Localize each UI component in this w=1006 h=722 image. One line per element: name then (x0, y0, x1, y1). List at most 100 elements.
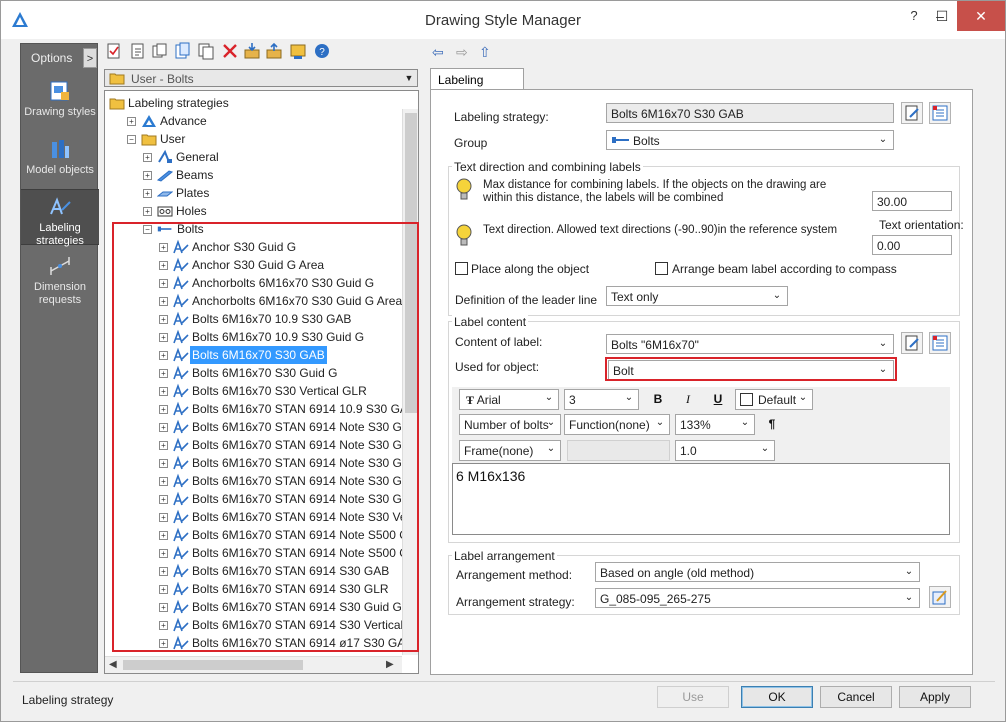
orientation-input[interactable]: 0.00 (872, 235, 952, 255)
expand-toggle-icon[interactable]: + (159, 387, 168, 396)
new-icon[interactable] (105, 42, 123, 60)
forward-arrow-icon[interactable]: ⇨ (456, 44, 468, 61)
expand-toggle-icon[interactable]: + (159, 513, 168, 522)
option-model-objects[interactable]: Model objects (21, 132, 99, 184)
content-properties-button[interactable] (929, 332, 951, 354)
collapse-toggle-icon[interactable]: − (127, 135, 136, 144)
group-select[interactable]: Bolts ⌄ (606, 130, 894, 150)
pane-splitter[interactable] (421, 41, 427, 681)
tree-item[interactable]: + Beams (105, 166, 405, 184)
use-button[interactable]: Use (657, 686, 729, 708)
expand-toggle-icon[interactable]: + (159, 639, 168, 648)
method-select[interactable]: Based on angle (old method) ⌄ (595, 562, 920, 582)
import-icon[interactable] (243, 42, 261, 60)
combine-distance-input[interactable]: 30.00 (872, 191, 952, 211)
tree-vertical-scrollbar[interactable] (402, 109, 418, 655)
tree-item[interactable]: + Anchor S30 Guid G (105, 238, 405, 256)
line-width-select[interactable]: 1.0 ⌄ (675, 440, 775, 461)
tree-filter-combo[interactable]: User - Bolts ▼ (104, 69, 418, 87)
expand-toggle-icon[interactable]: + (143, 207, 152, 216)
expand-toggle-icon[interactable]: + (159, 531, 168, 540)
expand-toggle-icon[interactable]: + (159, 261, 168, 270)
expand-toggle-icon[interactable]: + (159, 567, 168, 576)
leader-select[interactable]: Text only ⌄ (606, 286, 788, 306)
property-select[interactable]: Number of bolts ⌄ (459, 414, 561, 435)
delete-icon[interactable] (221, 42, 239, 60)
tree-item[interactable]: − Bolts (105, 220, 405, 238)
font-select[interactable]: Ŧ Arial ⌄ (459, 389, 559, 410)
tab-labeling-strategy[interactable]: Labeling strategy (430, 68, 524, 101)
expand-toggle-icon[interactable]: + (159, 333, 168, 342)
arr-strategy-edit-button[interactable] (929, 586, 951, 608)
expand-toggle-icon[interactable]: + (159, 459, 168, 468)
save-icon[interactable] (289, 42, 307, 60)
tree-item[interactable]: − User (105, 130, 405, 148)
tree-item[interactable]: + Holes (105, 202, 405, 220)
expand-toggle-icon[interactable]: + (159, 621, 168, 630)
tree-item[interactable]: + Bolts 6M16x70 STAN 6914 S30 Guid G (105, 598, 405, 616)
arrange-compass-checkbox[interactable] (655, 262, 668, 275)
tree-item[interactable]: + Anchorbolts 6M16x70 S30 Guid G (105, 274, 405, 292)
expand-toggle-icon[interactable]: + (127, 117, 136, 126)
arr-strategy-select[interactable]: G_085-095_265-275 ⌄ (595, 588, 920, 608)
scroll-thumb[interactable] (405, 113, 417, 413)
apply-button[interactable]: Apply (899, 686, 971, 708)
color-select[interactable]: Default ⌄ (735, 389, 813, 410)
rename-button[interactable] (901, 102, 923, 124)
duplicate-icon[interactable] (197, 42, 215, 60)
option-drawing-styles[interactable]: Drawing styles (21, 74, 99, 134)
expand-toggle-icon[interactable]: + (159, 441, 168, 450)
close-button[interactable]: ✕ (957, 1, 1005, 31)
expand-toggle-icon[interactable]: + (159, 423, 168, 432)
up-arrow-icon[interactable]: ⇧ (479, 44, 491, 61)
tree-item[interactable]: + Anchor S30 Guid G Area (105, 256, 405, 274)
properties-button[interactable] (929, 102, 951, 124)
expand-toggle-icon[interactable]: + (159, 495, 168, 504)
expand-toggle-icon[interactable]: + (159, 549, 168, 558)
underline-button[interactable]: U (707, 389, 729, 410)
tree-item[interactable]: + Bolts 6M16x70 STAN 6914 S30 Vertical GL (105, 616, 418, 634)
collapse-button[interactable]: > (83, 48, 97, 68)
bold-button[interactable]: B (647, 389, 669, 410)
expand-toggle-icon[interactable]: + (159, 315, 168, 324)
label-text-editor[interactable]: 6 M16x136 (452, 463, 950, 535)
font-size-select[interactable]: 3 ⌄ (564, 389, 639, 410)
expand-toggle-icon[interactable]: + (143, 171, 152, 180)
option-labeling-strategies[interactable]: Labeling strategies (21, 189, 99, 247)
tree-item[interactable]: + Bolts 6M16x70 STAN 6914 Note S30 Guid (105, 490, 418, 508)
scroll-thumb[interactable] (123, 660, 303, 670)
tree-item[interactable]: + Bolts 6M16x70 STAN 6914 Note S30 Vertic (105, 508, 418, 526)
export-icon[interactable] (265, 42, 283, 60)
tree-item[interactable]: + Bolts 6M16x70 STAN 6914 Note S30 Guid (105, 472, 418, 490)
cancel-button[interactable]: Cancel (820, 686, 892, 708)
content-edit-button[interactable] (901, 332, 923, 354)
expand-toggle-icon[interactable]: + (143, 189, 152, 198)
expand-toggle-icon[interactable]: + (159, 477, 168, 486)
tree-item[interactable]: + Bolts 6M16x70 S30 Guid G (105, 364, 405, 382)
tree-horizontal-scrollbar[interactable]: ◀ ▶ (105, 656, 402, 673)
expand-toggle-icon[interactable]: + (159, 297, 168, 306)
tree-item[interactable]: + Advance (105, 112, 405, 130)
tree-item[interactable]: + Bolts 6M16x70 STAN 6914 ø17 S30 GAB (105, 634, 413, 652)
scale-select[interactable]: 133% ⌄ (675, 414, 755, 435)
expand-toggle-icon[interactable]: + (159, 405, 168, 414)
paragraph-button[interactable]: ¶ (761, 414, 783, 435)
function-select[interactable]: Function(none) ⌄ (564, 414, 670, 435)
tree-item[interactable]: + Anchorbolts 6M16x70 S30 Guid G Area (105, 292, 405, 310)
tree-item[interactable]: + Bolts 6M16x70 STAN 6914 Note S30 Guid (105, 454, 418, 472)
tree-item[interactable]: + Bolts 6M16x70 S30 Vertical GLR (105, 382, 405, 400)
expand-toggle-icon[interactable]: + (159, 243, 168, 252)
expand-toggle-icon[interactable]: + (159, 279, 168, 288)
scroll-right-icon[interactable]: ▶ (386, 657, 394, 673)
expand-toggle-icon[interactable]: + (159, 603, 168, 612)
content-select[interactable]: Bolts "6M16x70" ⌄ (606, 334, 894, 354)
scroll-left-icon[interactable]: ◀ (109, 657, 117, 673)
used-for-select[interactable]: Bolt ⌄ (608, 360, 894, 380)
option-dimension-requests[interactable]: Dimension requests (21, 249, 99, 306)
ok-button[interactable]: OK (741, 686, 813, 708)
tree-view[interactable]: Labeling strategies + Advance − User + General… (104, 90, 419, 674)
copy-icon[interactable] (151, 42, 169, 60)
tree-root[interactable]: Labeling strategies (105, 94, 405, 112)
back-arrow-icon[interactable]: ⇦ (432, 44, 444, 61)
properties-icon[interactable] (129, 42, 147, 60)
